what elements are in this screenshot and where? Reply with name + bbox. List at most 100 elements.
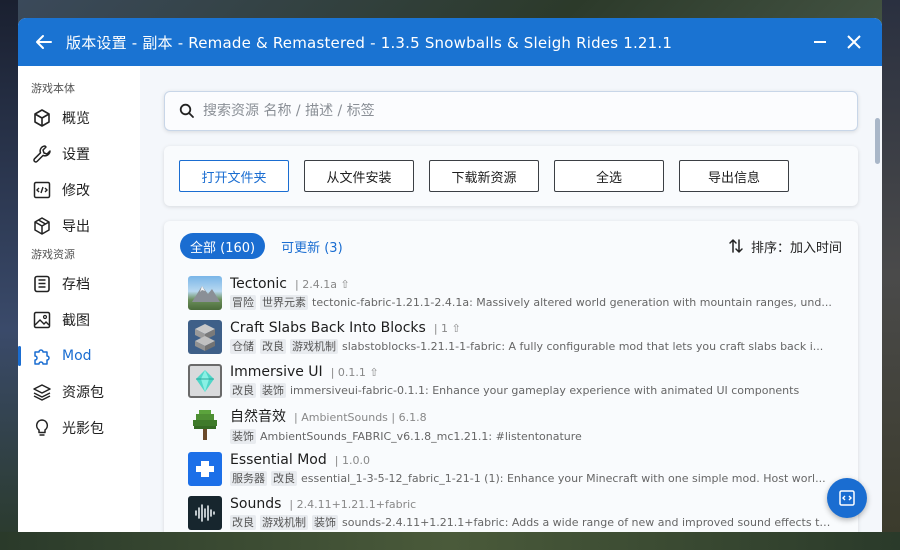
mod-version: | 0.1.1 ⇧: [330, 366, 379, 379]
background-bottom: [0, 532, 900, 550]
mod-description: essential_1-3-5-12_fabric_1-21-1 (1): En…: [301, 472, 826, 485]
mod-description: tectonic-fabric-1.21.1-2.4.1a: Massively…: [312, 296, 832, 309]
mod-thumbnail-mountain: [188, 276, 222, 310]
mod-description: slabstoblocks-1.21.1-1-fabric: A fully c…: [342, 340, 824, 353]
mod-name: Tectonic: [230, 276, 287, 292]
save-icon: [32, 274, 52, 294]
mod-tag: 装饰: [260, 383, 286, 398]
sidebar: 游戏本体 概览 设置 修改 导出 游戏资源 存档 截图 Mod 资源包 光影包: [18, 66, 140, 532]
mod-name: Sounds: [230, 496, 282, 512]
box-icon: [32, 216, 52, 236]
filter-updatable-tab[interactable]: 可更新 (3): [271, 233, 353, 259]
sidebar-item-label: 修改: [62, 183, 90, 199]
mod-version: | 1.0.0: [334, 454, 370, 467]
mod-tag: 改良: [230, 515, 256, 530]
mod-name: Immersive UI: [230, 364, 323, 380]
mod-tag: 游戏机制: [260, 515, 308, 530]
mod-version: | 1 ⇧: [433, 322, 461, 335]
sort-label: 排序：加入时间: [750, 240, 842, 256]
sidebar-item-modify[interactable]: 修改: [18, 172, 140, 208]
wrench-icon: [32, 144, 52, 164]
filter-all-tab[interactable]: 全部 (160): [180, 233, 266, 259]
search-icon: [179, 103, 194, 118]
mod-tag: 冒险: [230, 295, 256, 310]
sidebar-item-resourcepacks[interactable]: 资源包: [18, 374, 140, 410]
mod-tag: 世界元素: [260, 295, 308, 310]
mod-name: 自然音效: [230, 409, 286, 425]
background-left: [0, 0, 18, 550]
mod-row[interactable]: Sounds | 2.4.11+1.21.1+fabric 改良 游戏机制 装饰…: [164, 491, 858, 532]
mod-row[interactable]: Craft Slabs Back Into Blocks | 1 ⇧ 仓储 改良…: [164, 315, 858, 359]
download-new-resource-button[interactable]: 下载新资源: [429, 160, 539, 192]
close-icon: [847, 35, 861, 49]
minimize-icon: [814, 41, 826, 43]
mod-name: Craft Slabs Back Into Blocks: [230, 320, 426, 336]
mod-tag: 改良: [260, 339, 286, 354]
sidebar-item-label: 导出: [62, 219, 90, 235]
sidebar-item-export[interactable]: 导出: [18, 208, 140, 244]
scrollbar[interactable]: [875, 118, 880, 164]
mod-list-card: 全部 (160) 可更新 (3) 排序：加入时间 Tectonic | 2.4.…: [164, 221, 858, 532]
sidebar-item-label: 存档: [62, 277, 90, 293]
sidebar-item-shaderpacks[interactable]: 光影包: [18, 410, 140, 446]
layers-icon: [32, 382, 52, 402]
mod-thumbnail-diamond: [188, 364, 222, 398]
cube-icon: [32, 108, 52, 128]
sidebar-item-label: 资源包: [62, 385, 104, 401]
minimize-button[interactable]: [806, 28, 834, 56]
lightbulb-icon: [32, 418, 52, 438]
mod-tag: 装饰: [312, 515, 338, 530]
mod-thumbnail-tree: [188, 408, 222, 442]
mod-version: | AmbientSounds | 6.1.8: [294, 411, 427, 424]
sort-icon: [729, 239, 743, 253]
mod-thumbnail-sound-wave: [188, 496, 222, 530]
sidebar-item-label: 概览: [62, 111, 90, 127]
select-all-button[interactable]: 全选: [554, 160, 664, 192]
sidebar-item-settings[interactable]: 设置: [18, 136, 140, 172]
toolbar: 打开文件夹 从文件安装 下载新资源 全选 导出信息: [164, 146, 858, 206]
mod-name: Essential Mod: [230, 452, 327, 468]
code-file-icon: [839, 490, 855, 506]
back-button[interactable]: [32, 30, 56, 54]
search-bar[interactable]: [164, 91, 858, 131]
mod-description: AmbientSounds_FABRIC_v6.1.8_mc1.21.1: #l…: [260, 430, 582, 443]
mod-description: immersiveui-fabric-0.1.1: Enhance your g…: [290, 384, 800, 397]
sort-button[interactable]: 排序：加入时间: [727, 237, 842, 256]
install-from-file-button[interactable]: 从文件安装: [304, 160, 414, 192]
mod-row[interactable]: 自然音效 | AmbientSounds | 6.1.8 装饰 AmbientS…: [164, 403, 858, 447]
sidebar-group-resources: 游戏资源: [31, 248, 75, 261]
sidebar-item-label: Mod: [62, 348, 92, 364]
puzzle-icon: [32, 346, 52, 366]
arrow-left-icon: [36, 35, 52, 49]
search-input[interactable]: [203, 103, 857, 119]
open-folder-button[interactable]: 打开文件夹: [179, 160, 289, 192]
sidebar-item-overview[interactable]: 概览: [18, 100, 140, 136]
main-content: 打开文件夹 从文件安装 下载新资源 全选 导出信息 全部 (160) 可更新 (…: [140, 66, 882, 532]
sidebar-item-saves[interactable]: 存档: [18, 266, 140, 302]
code-file-icon: [32, 180, 52, 200]
sidebar-item-mod[interactable]: Mod: [18, 338, 140, 374]
mod-thumbnail-slabs: [188, 320, 222, 354]
background-right: [882, 0, 900, 550]
mod-description: sounds-2.4.11+1.21.1+fabric: Adds a wide…: [342, 516, 834, 529]
export-info-button[interactable]: 导出信息: [679, 160, 789, 192]
mod-row[interactable]: Tectonic | 2.4.1a ⇧ 冒险 世界元素 tectonic-fab…: [164, 271, 858, 315]
version-settings-window: 版本设置 - 副本 - Remade & Remastered - 1.3.5 …: [18, 18, 882, 532]
mod-tag: 装饰: [230, 429, 256, 444]
sidebar-item-label: 设置: [62, 147, 90, 163]
window-title: 版本设置 - 副本 - Remade & Remastered - 1.3.5 …: [66, 33, 673, 52]
floating-action-button[interactable]: [827, 478, 867, 518]
mod-tag: 服务器: [230, 471, 267, 486]
mod-row[interactable]: Immersive UI | 0.1.1 ⇧ 改良 装饰 immersiveui…: [164, 359, 858, 403]
mod-tag: 改良: [271, 471, 297, 486]
image-icon: [32, 310, 52, 330]
close-button[interactable]: [840, 28, 868, 56]
mod-version: | 2.4.1a ⇧: [295, 278, 350, 291]
sidebar-group-game: 游戏本体: [31, 82, 75, 95]
sidebar-item-screenshots[interactable]: 截图: [18, 302, 140, 338]
sidebar-item-label: 光影包: [62, 421, 104, 437]
sidebar-item-label: 截图: [62, 313, 90, 329]
mod-tag: 游戏机制: [290, 339, 338, 354]
mod-tag: 改良: [230, 383, 256, 398]
mod-row[interactable]: Essential Mod | 1.0.0 服务器 改良 essential_1…: [164, 447, 858, 491]
